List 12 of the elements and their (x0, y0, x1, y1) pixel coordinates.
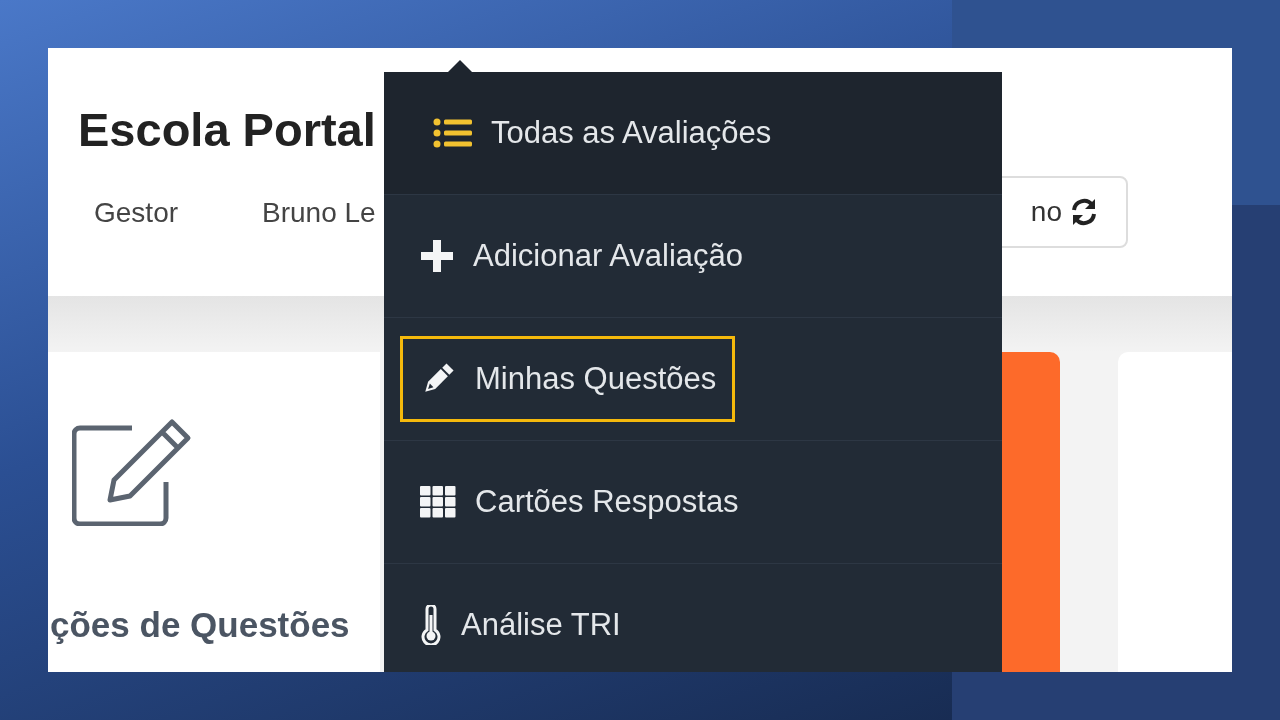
app-title: Escola Portal (78, 102, 376, 158)
menu-item[interactable]: Análise TRI (400, 582, 640, 668)
card-caption: ções de Questões (50, 605, 350, 645)
plus-icon (419, 238, 455, 274)
grid-icon (419, 485, 457, 519)
thermometer-icon (419, 605, 443, 645)
nav-item[interactable]: Gestor (94, 197, 246, 229)
menu-item[interactable]: Adicionar Avaliação (400, 213, 762, 299)
menu-item[interactable]: Cartões Respostas (400, 459, 758, 545)
menu-item[interactable]: Todas as Avaliações (414, 90, 791, 176)
menu-item[interactable]: Minhas Questões (400, 336, 736, 422)
list-icon (433, 117, 473, 149)
